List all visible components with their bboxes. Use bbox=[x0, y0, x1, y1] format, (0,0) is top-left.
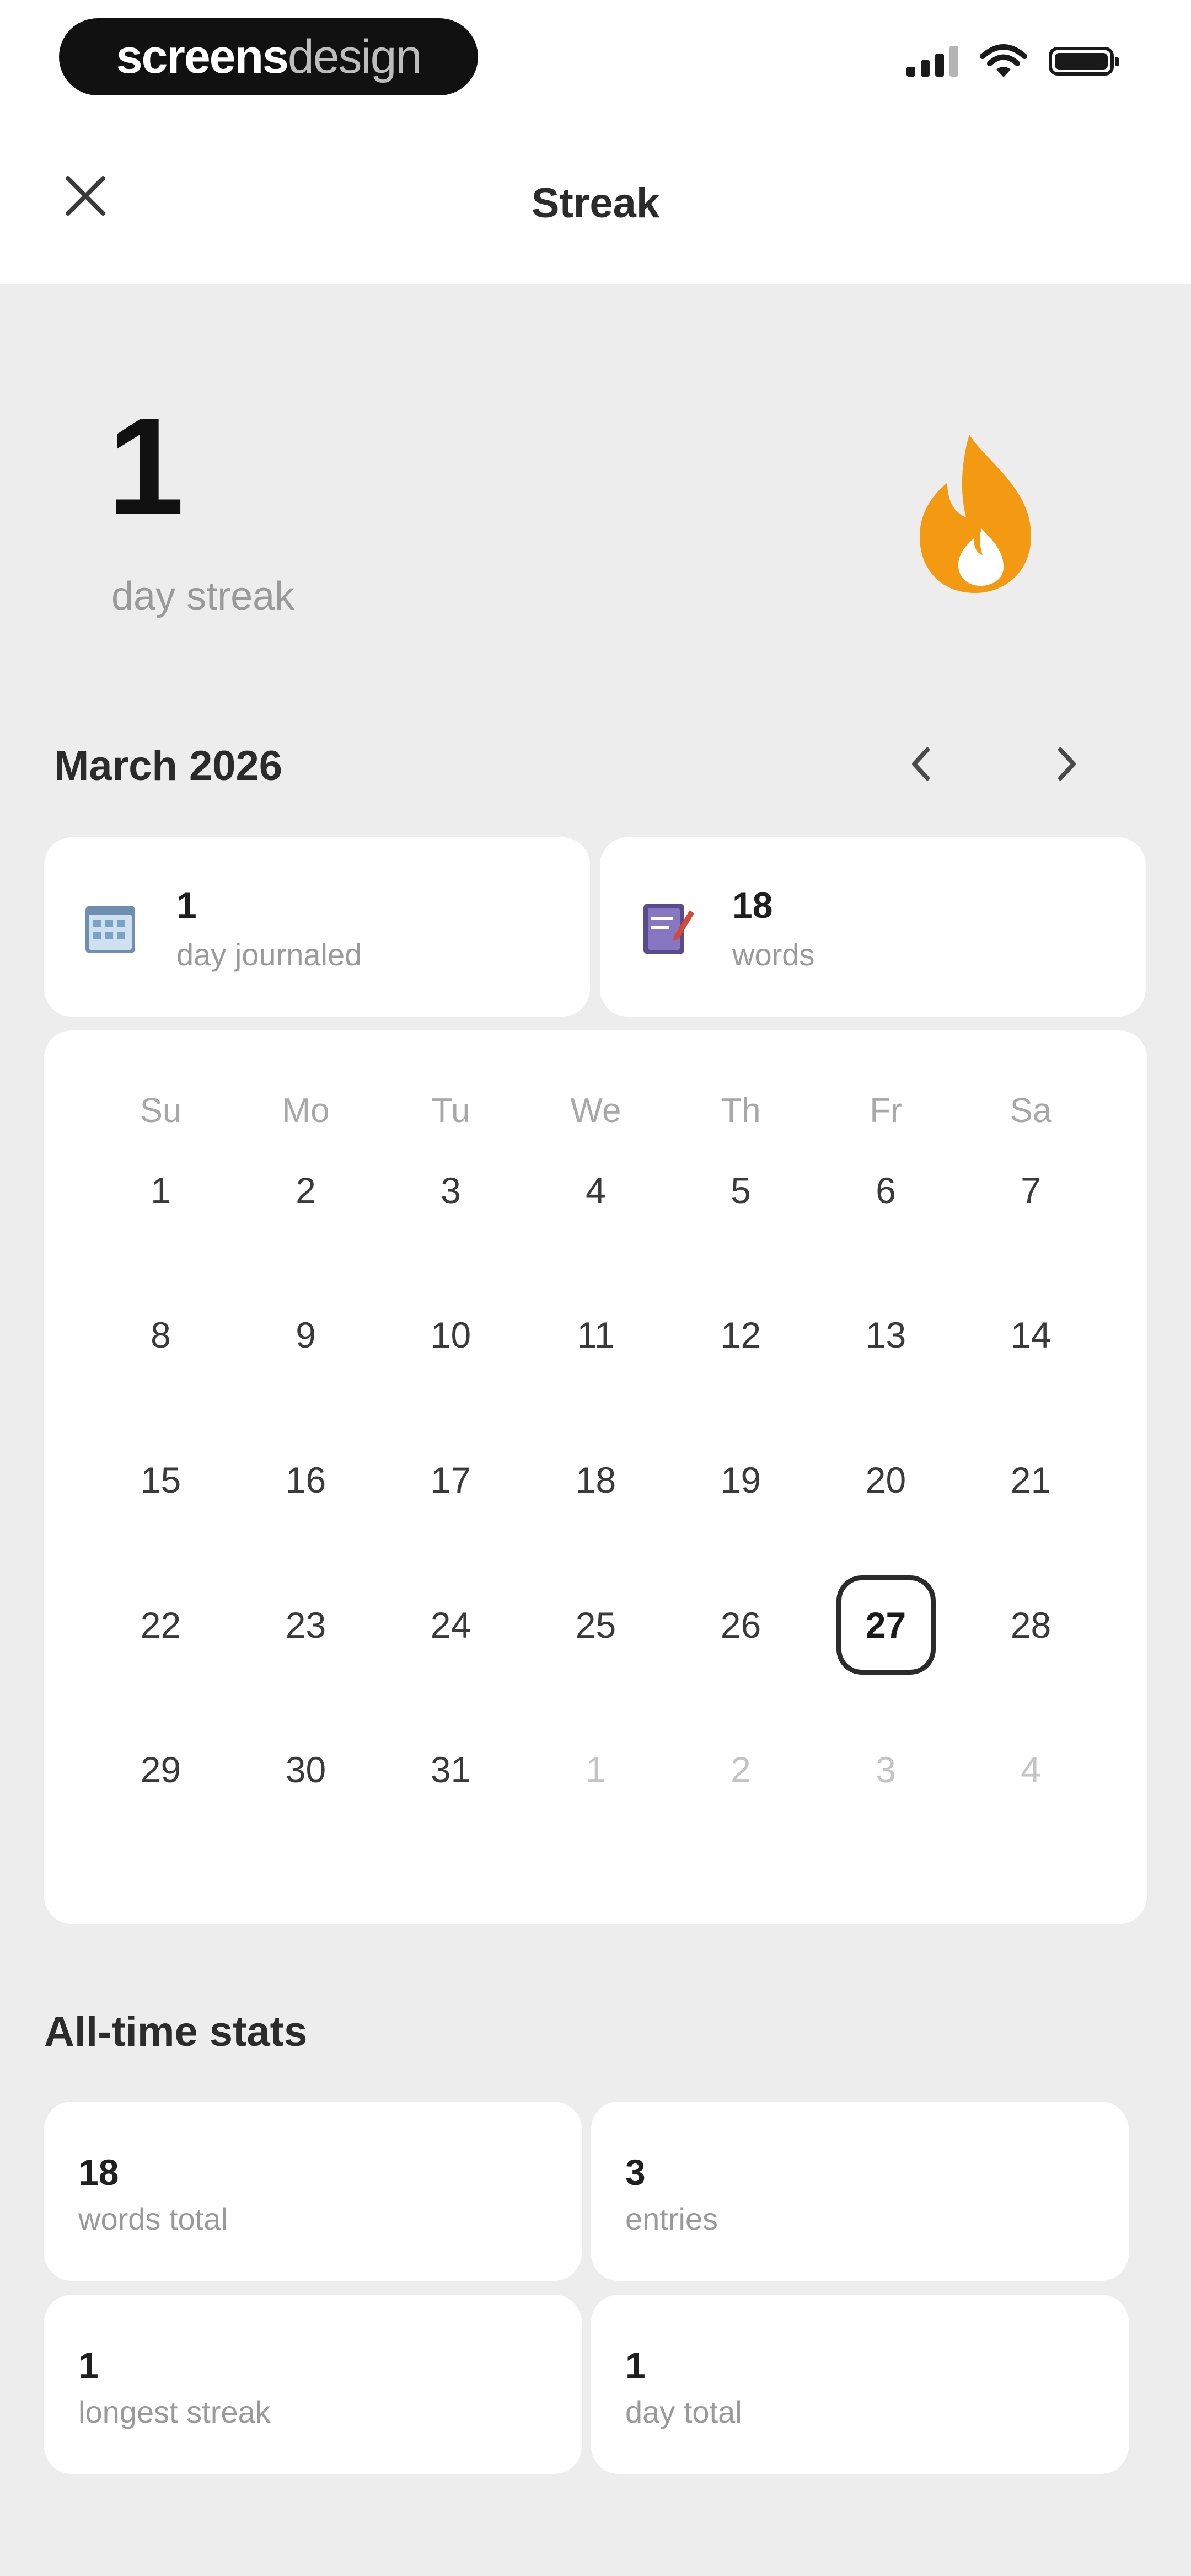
alltime-stats-title: All-time stats bbox=[44, 2008, 308, 2055]
calendar-week: 22 23 24 25 26 27 28 bbox=[44, 1575, 1147, 1675]
next-month-button[interactable] bbox=[1034, 731, 1100, 797]
chevron-left-icon bbox=[912, 747, 930, 781]
status-bar: screens design bbox=[0, 0, 1191, 127]
calendar-day[interactable]: 16 bbox=[256, 1430, 356, 1530]
brand-logo-part2: design bbox=[287, 30, 422, 83]
calendar-day-next-month: 4 bbox=[1021, 1749, 1041, 1790]
weekday-header: Su Mo Tu We Th Fr Sa bbox=[44, 1091, 1147, 1130]
nav-bar: Streak bbox=[0, 127, 1191, 284]
calendar-day[interactable]: 28 bbox=[981, 1575, 1081, 1675]
weekday-monday: Mo bbox=[282, 1092, 330, 1130]
month-title: March 2026 bbox=[54, 742, 283, 789]
calendar-day[interactable]: 17 bbox=[401, 1430, 501, 1530]
streak-label: day streak bbox=[111, 574, 295, 618]
words-card: 18 words bbox=[600, 837, 1146, 1017]
calendar-day[interactable]: 22 bbox=[111, 1575, 211, 1675]
nav-title: Streak bbox=[531, 180, 660, 227]
words-total-card: 18 words total bbox=[44, 2102, 582, 2281]
calendar-day[interactable]: 12 bbox=[691, 1285, 791, 1385]
weekday-thursday: Th bbox=[721, 1092, 761, 1130]
notebook-pen-icon bbox=[643, 904, 694, 954]
calendar-week: 8 9 10 11 12 13 14 bbox=[44, 1285, 1147, 1385]
calendar-day[interactable]: 13 bbox=[836, 1285, 936, 1385]
calendar-day[interactable]: 14 bbox=[981, 1285, 1081, 1385]
weekday-wednesday: We bbox=[570, 1092, 621, 1130]
calendar-day[interactable]: 18 bbox=[546, 1430, 646, 1530]
days-journaled-value: 1 bbox=[176, 885, 197, 926]
calendar-day[interactable]: 8 bbox=[111, 1285, 211, 1385]
weekday-friday: Fr bbox=[870, 1092, 902, 1130]
longest-streak-label: longest streak bbox=[78, 2395, 271, 2429]
calendar-week: 29 30 31 1 2 3 4 bbox=[44, 1720, 1147, 1819]
calendar-day[interactable]: 30 bbox=[256, 1720, 356, 1819]
flame-icon bbox=[920, 435, 1031, 593]
wifi-icon bbox=[980, 44, 1027, 77]
brand-logo-part1: screens bbox=[116, 30, 289, 83]
calendar-day[interactable]: 26 bbox=[691, 1575, 791, 1675]
calendar-icon bbox=[85, 906, 135, 953]
day-total-card: 1 day total bbox=[591, 2295, 1129, 2474]
calendar-week: 1 2 3 4 5 6 7 bbox=[44, 1141, 1147, 1240]
calendar-day[interactable]: 15 bbox=[111, 1430, 211, 1530]
day-total-value: 1 bbox=[625, 2345, 646, 2386]
calendar-day[interactable]: 4 bbox=[546, 1141, 646, 1240]
calendar-day[interactable]: 23 bbox=[256, 1575, 356, 1675]
entries-value: 3 bbox=[625, 2152, 646, 2193]
weekday-saturday: Sa bbox=[1010, 1092, 1052, 1130]
calendar-day-today[interactable]: 27 bbox=[836, 1575, 936, 1675]
calendar-day[interactable]: 24 bbox=[401, 1575, 501, 1675]
calendar-day[interactable]: 2 bbox=[256, 1141, 356, 1240]
calendar-day[interactable]: 19 bbox=[691, 1430, 791, 1530]
prev-month-button[interactable] bbox=[888, 731, 954, 797]
calendar-day[interactable]: 10 bbox=[401, 1285, 501, 1385]
calendar: Su Mo Tu We Th Fr Sa 1 2 3 4 5 6 7 8 9 1… bbox=[44, 1030, 1147, 1924]
streak-screen: screens design Streak 1 day streak March… bbox=[0, 0, 1191, 2576]
calendar-day-next-month: 1 bbox=[586, 1749, 606, 1790]
words-label: words bbox=[732, 937, 815, 972]
signal-icon bbox=[906, 46, 958, 77]
chevron-right-icon bbox=[1058, 747, 1076, 781]
calendar-day[interactable]: 9 bbox=[256, 1285, 356, 1385]
calendar-day-next-month: 2 bbox=[731, 1749, 751, 1790]
battery-icon bbox=[1049, 47, 1119, 76]
weekday-sunday: Su bbox=[140, 1092, 182, 1130]
calendar-day[interactable]: 20 bbox=[836, 1430, 936, 1530]
weekday-tuesday: Tu bbox=[431, 1092, 470, 1130]
entries-label: entries bbox=[625, 2201, 718, 2236]
calendar-day[interactable]: 6 bbox=[836, 1141, 936, 1240]
calendar-week: 15 16 17 18 19 20 21 bbox=[44, 1430, 1147, 1530]
days-journaled-label: day journaled bbox=[176, 937, 362, 972]
words-total-value: 18 bbox=[78, 2152, 119, 2193]
calendar-day[interactable]: 31 bbox=[401, 1720, 501, 1819]
calendar-day[interactable]: 3 bbox=[401, 1141, 501, 1240]
brand-logo: screens design bbox=[59, 18, 478, 95]
words-value: 18 bbox=[732, 885, 773, 926]
status-icons bbox=[906, 44, 1119, 78]
calendar-day[interactable]: 21 bbox=[981, 1430, 1081, 1530]
calendar-day[interactable]: 1 bbox=[111, 1141, 211, 1240]
calendar-day[interactable]: 7 bbox=[981, 1141, 1081, 1240]
entries-card: 3 entries bbox=[591, 2102, 1129, 2281]
longest-streak-card: 1 longest streak bbox=[44, 2295, 582, 2474]
calendar-day[interactable]: 5 bbox=[691, 1141, 791, 1240]
words-total-label: words total bbox=[78, 2201, 228, 2236]
calendar-day[interactable]: 25 bbox=[546, 1575, 646, 1675]
calendar-day[interactable]: 29 bbox=[111, 1720, 211, 1819]
calendar-day[interactable]: 11 bbox=[546, 1285, 646, 1385]
streak-count: 1 bbox=[108, 389, 185, 543]
day-total-label: day total bbox=[625, 2395, 742, 2429]
calendar-day-next-month: 3 bbox=[876, 1749, 896, 1790]
longest-streak-value: 1 bbox=[78, 2345, 99, 2386]
days-journaled-card: 1 day journaled bbox=[44, 837, 590, 1017]
